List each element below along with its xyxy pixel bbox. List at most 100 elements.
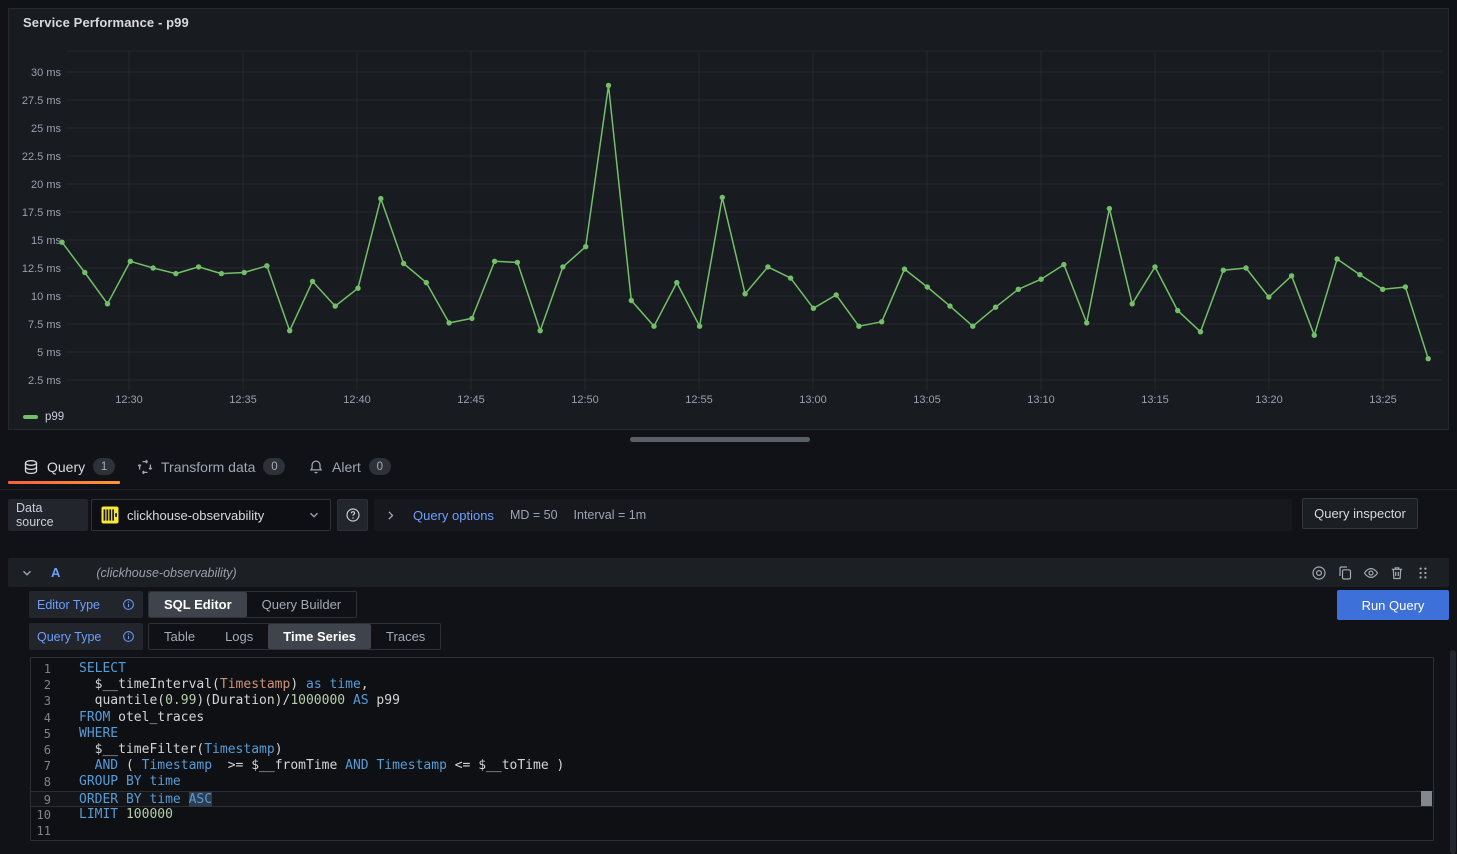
- svg-text:13:05: 13:05: [913, 394, 941, 406]
- database-icon: [23, 459, 39, 475]
- tab-alert[interactable]: Alert 0: [308, 450, 391, 483]
- svg-text:12:50: 12:50: [571, 394, 599, 406]
- timeseries-chart[interactable]: 30 ms27.5 ms25 ms22.5 ms20 ms17.5 ms15 m…: [9, 9, 1448, 429]
- legend-series-label[interactable]: p99: [45, 411, 64, 423]
- tab-bar-divider: [0, 489, 1457, 490]
- line-number: 2: [31, 677, 51, 693]
- svg-text:13:15: 13:15: [1141, 394, 1169, 406]
- sql-line-6[interactable]: 6 $__timeFilter(Timestamp): [31, 742, 1433, 758]
- editor-type-sql-editor[interactable]: SQL Editor: [149, 592, 247, 617]
- svg-text:12:35: 12:35: [229, 394, 257, 406]
- line-number: 9: [31, 792, 51, 808]
- sql-line-8[interactable]: 8 GROUP BY time: [31, 774, 1433, 790]
- tab-query-label: Query: [47, 459, 85, 475]
- sql-line-text: quantile(0.99)(Duration)/1000000 AS p99: [79, 693, 400, 709]
- query-options-interval: Interval = 1m: [574, 508, 647, 522]
- query-inspector-button[interactable]: Query inspector: [1302, 498, 1418, 529]
- sql-line-text: GROUP BY time: [79, 774, 181, 790]
- sql-line-text: ORDER BY time ASC: [79, 792, 212, 808]
- svg-text:7.5 ms: 7.5 ms: [28, 319, 62, 331]
- chevron-right-icon[interactable]: [384, 509, 397, 522]
- line-number: 3: [31, 693, 51, 709]
- tab-alert-count-badge: 0: [369, 458, 391, 475]
- sql-line-11[interactable]: 11: [31, 823, 1433, 839]
- horizontal-scrollbar-thumb[interactable]: [630, 437, 810, 442]
- query-type-time-series[interactable]: Time Series: [268, 624, 371, 649]
- sql-line-2[interactable]: 2 $__timeInterval(Timestamp) as time,: [31, 677, 1433, 693]
- panel-title[interactable]: Service Performance - p99: [23, 15, 189, 30]
- drag-handle-icon[interactable]: [1415, 565, 1431, 581]
- collapse-chevron-icon[interactable]: [20, 566, 34, 580]
- svg-text:20 ms: 20 ms: [31, 179, 61, 191]
- editor-type-radio-group: SQL Editor Query Builder: [148, 591, 357, 618]
- query-type-logs[interactable]: Logs: [210, 624, 268, 649]
- editor-type-query-builder[interactable]: Query Builder: [247, 592, 356, 617]
- bell-icon: [308, 459, 324, 475]
- record-circle-icon[interactable]: [1311, 565, 1327, 581]
- line-number: 8: [31, 774, 51, 790]
- query-options-toggle[interactable]: Query options: [413, 508, 494, 523]
- chevron-down-icon: [307, 508, 321, 522]
- remove-query-icon[interactable]: [1389, 565, 1405, 581]
- sql-editor[interactable]: 1 SELECT2 $__timeInterval(Timestamp) as t…: [30, 657, 1434, 841]
- svg-text:27.5 ms: 27.5 ms: [22, 95, 62, 107]
- sql-line-1[interactable]: 1 SELECT: [31, 661, 1433, 677]
- timeseries-panel: Service Performance - p99 30 ms27.5 ms25…: [8, 8, 1449, 430]
- tab-transform-data[interactable]: Transform data 0: [137, 450, 285, 483]
- sql-line-text: FROM otel_traces: [79, 710, 204, 726]
- sql-line-text: LIMIT 100000: [79, 807, 173, 823]
- sql-line-9[interactable]: 9 ORDER BY time ASC: [31, 791, 1433, 807]
- info-circle-icon[interactable]: [122, 630, 135, 643]
- query-type-table[interactable]: Table: [149, 624, 210, 649]
- svg-text:13:00: 13:00: [799, 394, 827, 406]
- svg-text:12.5 ms: 12.5 ms: [22, 263, 62, 275]
- sql-line-text: $__timeFilter(Timestamp): [79, 742, 283, 758]
- query-row-header[interactable]: A (clickhouse-observability): [8, 558, 1449, 587]
- sql-line-text: SELECT: [79, 661, 126, 677]
- svg-text:12:30: 12:30: [115, 394, 143, 406]
- sql-line-10[interactable]: 10 LIMIT 100000: [31, 807, 1433, 823]
- process-icon: [137, 459, 153, 475]
- sql-line-7[interactable]: 7 AND ( Timestamp >= $__fromTime AND Tim…: [31, 758, 1433, 774]
- svg-text:12:45: 12:45: [457, 394, 485, 406]
- tab-transform-label: Transform data: [161, 459, 255, 475]
- grafana-panel-edit-view: Service Performance - p99 30 ms 27.5 ms 2 5…: [0, 0, 1457, 854]
- active-tab-indicator: [8, 481, 120, 484]
- editor-tab-bar: Query 1 Transform data 0 Alert 0: [0, 450, 1457, 490]
- editor-type-label: Editor Type: [29, 591, 143, 618]
- page-scrollbar-thumb[interactable]: [1450, 650, 1456, 854]
- sql-line-5[interactable]: 5WHERE: [31, 726, 1433, 742]
- line-number: 6: [31, 742, 51, 758]
- query-type-radio-group: Table Logs Time Series Traces: [148, 623, 441, 650]
- sql-line-text: AND ( Timestamp >= $__fromTime AND Times…: [79, 758, 564, 774]
- duplicate-query-icon[interactable]: [1337, 565, 1353, 581]
- legend: p99: [23, 411, 64, 423]
- query-ref-id: A: [51, 565, 60, 580]
- tab-transform-count-badge: 0: [263, 458, 285, 475]
- svg-text:15 ms: 15 ms: [31, 235, 61, 247]
- hide-response-icon[interactable]: [1363, 565, 1379, 581]
- query-type-traces[interactable]: Traces: [371, 624, 440, 649]
- text-cursor: [1421, 791, 1432, 806]
- tab-query[interactable]: Query 1: [23, 450, 115, 483]
- info-circle-icon[interactable]: [122, 598, 135, 611]
- datasource-help-button[interactable]: [337, 499, 368, 531]
- line-number: 11: [31, 823, 51, 839]
- datasource-picker[interactable]: clickhouse-observability: [91, 499, 331, 531]
- query-datasource-hint: (clickhouse-observability): [96, 566, 236, 580]
- query-options-bar: Query options MD = 50 Interval = 1m: [374, 499, 1292, 531]
- datasource-picker-value: clickhouse-observability: [127, 508, 299, 523]
- query-options-md: MD = 50: [510, 508, 558, 522]
- sql-code-lines: 1 SELECT2 $__timeInterval(Timestamp) as t…: [31, 661, 1433, 839]
- svg-text:13:25: 13:25: [1369, 394, 1397, 406]
- line-number: 1: [31, 661, 51, 677]
- legend-color-swatch[interactable]: [23, 415, 38, 419]
- sql-line-4[interactable]: 4FROM otel_traces: [31, 710, 1433, 726]
- sql-line-3[interactable]: 3 quantile(0.99)(Duration)/1000000 AS p9…: [31, 693, 1433, 709]
- run-query-button[interactable]: Run Query: [1337, 590, 1449, 620]
- svg-text:30 ms: 30 ms: [31, 67, 61, 79]
- tab-alert-label: Alert: [332, 459, 361, 475]
- svg-text:12:40: 12:40: [343, 394, 371, 406]
- line-number: 10: [31, 807, 51, 823]
- svg-text:5 ms: 5 ms: [37, 347, 61, 359]
